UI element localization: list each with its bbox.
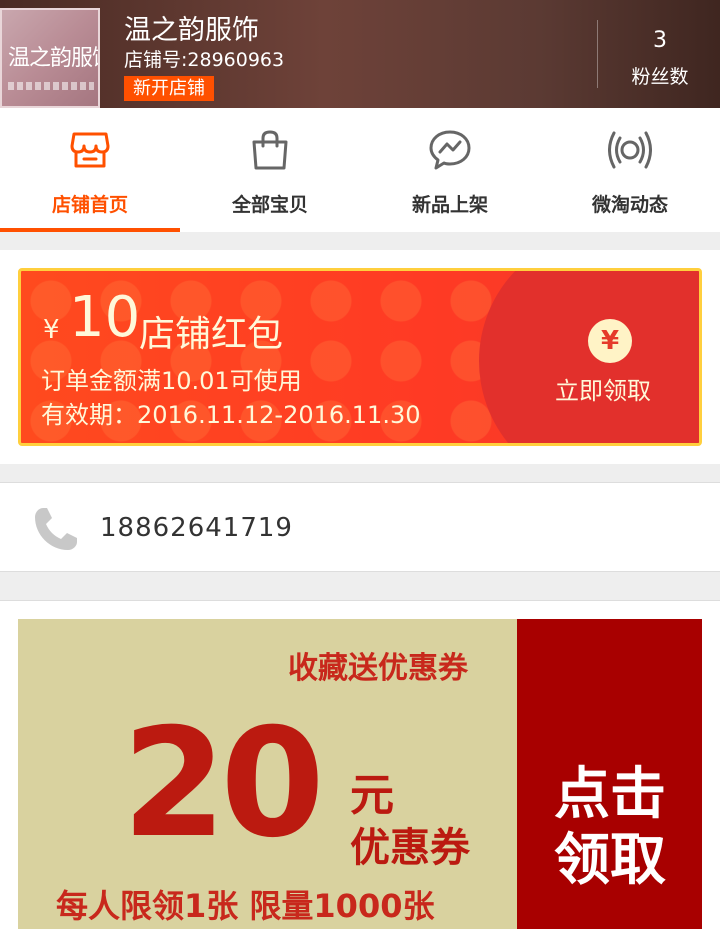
new-shop-badge: 新开店铺 — [124, 76, 214, 101]
chat-bubble-icon — [429, 130, 471, 170]
packet-amount: 10 — [69, 285, 141, 350]
bag-icon — [252, 130, 288, 170]
active-tab-indicator — [0, 228, 180, 232]
shop-logo-subtext — [8, 82, 94, 90]
shop-name: 温之韵服饰 — [124, 15, 259, 46]
shop-id: 店铺号:28960963 — [124, 49, 285, 71]
packet-claim-area — [479, 271, 699, 443]
phone-number[interactable]: 18862641719 — [100, 513, 293, 543]
coupon-section: 收藏送优惠券 20 元 优惠券 每人限领1张 限量1000张 点击 领取 — [0, 600, 720, 929]
tab-new-arrivals[interactable]: 新品上架 — [360, 108, 540, 232]
coupon-unit: 元 — [350, 770, 394, 821]
tab-all-items-label: 全部宝贝 — [231, 194, 308, 216]
fans-count[interactable]: 3 — [600, 28, 720, 53]
coupon-banner[interactable]: 收藏送优惠券 20 元 优惠券 每人限领1张 限量1000张 点击 领取 — [18, 619, 702, 929]
shop-logo-text: 温之韵服饰 — [8, 46, 98, 71]
shop-nav-bar: 店铺首页 全部宝贝 新品上架 微淘动态 — [0, 108, 720, 232]
header-divider — [597, 20, 598, 88]
tab-weitao-feed-label: 微淘动态 — [591, 194, 668, 216]
yen-icon: ¥ — [588, 319, 632, 363]
packet-validity: 有效期：2016.11.12-2016.11.30 — [41, 401, 421, 429]
coupon-amount: 20 — [122, 697, 325, 871]
coupon-limit: 每人限领1张 限量1000张 — [56, 887, 435, 925]
tab-shop-home[interactable]: 店铺首页 — [0, 108, 180, 232]
phone-row[interactable]: 18862641719 — [0, 482, 720, 572]
claim-packet-button[interactable]: 立即领取 — [555, 371, 651, 406]
packet-condition: 订单金额满10.01可使用 — [41, 367, 302, 395]
phone-icon — [35, 508, 77, 550]
fans-label[interactable]: 粉丝数 — [600, 62, 720, 89]
broadcast-icon — [608, 131, 652, 169]
packet-title: 店铺红包 — [139, 314, 284, 355]
coupon-claim-button-line2[interactable]: 领取 — [554, 815, 666, 896]
shop-header: 温之韵服饰 温之韵服饰 店铺号:28960963 新开店铺 3 粉丝数 — [0, 0, 720, 108]
red-packet-card[interactable]: ¥ 10 店铺红包 订单金额满10.01可使用 有效期：2016.11.12-2… — [18, 268, 702, 446]
tab-all-items[interactable]: 全部宝贝 — [180, 108, 360, 232]
tab-shop-home-label: 店铺首页 — [51, 194, 128, 216]
shop-icon — [70, 132, 110, 168]
tab-weitao-feed[interactable]: 微淘动态 — [540, 108, 720, 232]
shop-logo[interactable]: 温之韵服饰 — [0, 8, 100, 108]
tab-new-arrivals-label: 新品上架 — [411, 194, 488, 216]
coupon-type: 优惠券 — [350, 825, 470, 871]
coupon-header: 收藏送优惠券 — [288, 651, 468, 686]
packet-currency: ¥ — [43, 315, 60, 345]
red-packet-section: ¥ 10 店铺红包 订单金额满10.01可使用 有效期：2016.11.12-2… — [0, 250, 720, 464]
